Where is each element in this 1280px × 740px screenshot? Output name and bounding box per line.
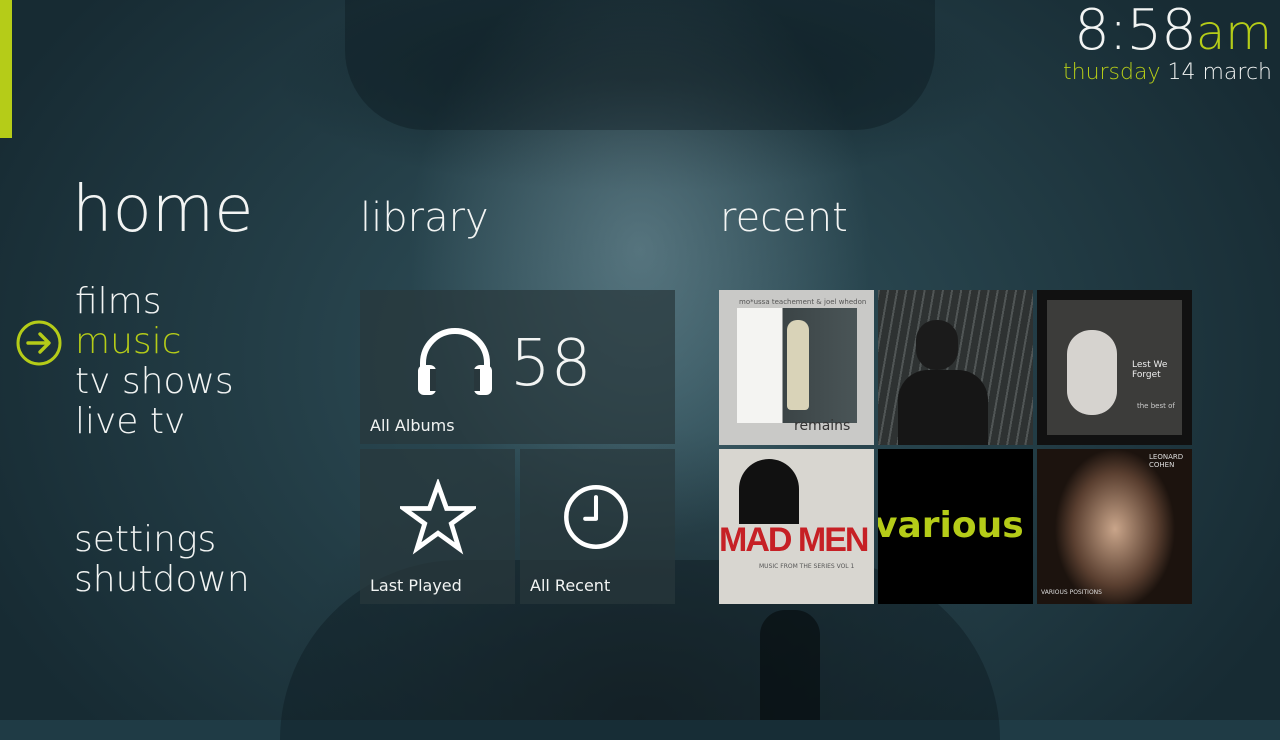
- nav-item-shutdown[interactable]: shutdown: [74, 560, 250, 600]
- cover-subtext: MUSIC FROM THE SERIES VOL 1: [759, 563, 855, 570]
- clock-time: 8:58: [1074, 0, 1197, 63]
- system-nav: settings shutdown: [74, 520, 250, 600]
- hat-silhouette: [345, 0, 935, 130]
- cover-title: Lest We Forget: [1132, 360, 1168, 380]
- clock-time-row: 8:58am: [1063, 0, 1272, 64]
- cover-title: LEONARD COHEN: [1149, 453, 1184, 469]
- clock-icon: [564, 485, 628, 549]
- clock-weekday: thursday: [1063, 60, 1161, 85]
- page-title: home: [72, 173, 254, 247]
- cover-figure: [916, 320, 958, 370]
- cover-title: remains: [794, 418, 851, 434]
- cover-figure: [787, 320, 809, 410]
- album-cover[interactable]: [878, 290, 1033, 445]
- recent-title: recent: [720, 195, 848, 241]
- accent-bar: [0, 0, 12, 138]
- all-recent-tile[interactable]: All Recent: [520, 449, 675, 604]
- all-albums-label: All Albums: [370, 416, 455, 435]
- nav-item-live-tv[interactable]: live tv: [75, 402, 234, 442]
- cover-face: [1067, 330, 1117, 415]
- cover-title: various a: [878, 505, 1033, 546]
- clock-ampm: am: [1195, 5, 1272, 61]
- nav-item-films[interactable]: films: [75, 282, 234, 322]
- cover-art: [739, 459, 799, 524]
- microphone-silhouette: [760, 610, 820, 720]
- clock: 8:58am thursday 14 march: [1063, 0, 1272, 85]
- cover-title: MAD MEN: [719, 521, 869, 559]
- album-cover[interactable]: mo*ussa teachement & joel whedon remains: [719, 290, 874, 445]
- library-title: library: [360, 195, 489, 241]
- nav-item-music[interactable]: music: [75, 322, 234, 362]
- headphones-icon: [418, 328, 492, 395]
- main-nav: films music tv shows live tv: [75, 282, 234, 442]
- albums-count: 58: [510, 327, 592, 401]
- album-cover[interactable]: MAD MEN MUSIC FROM THE SERIES VOL 1: [719, 449, 874, 604]
- all-albums-tile[interactable]: 58 All Albums: [360, 290, 675, 444]
- clock-date-row: thursday 14 march: [1063, 60, 1272, 85]
- clock-date: 14 march: [1167, 60, 1273, 85]
- cover-subtext: the best of: [1137, 402, 1175, 410]
- cover-subtext: mo*ussa teachement & joel whedon: [739, 298, 867, 306]
- nav-item-settings[interactable]: settings: [74, 520, 250, 560]
- arrow-right-circle-icon: [16, 320, 62, 366]
- last-played-label: Last Played: [370, 576, 462, 595]
- all-recent-label: All Recent: [530, 576, 611, 595]
- star-icon: [400, 479, 476, 555]
- nav-item-tv-shows[interactable]: tv shows: [75, 362, 234, 402]
- cover-figure-body: [898, 370, 988, 445]
- album-cover[interactable]: Lest We Forget the best of: [1037, 290, 1192, 445]
- cover-art: [1037, 449, 1192, 604]
- album-cover[interactable]: LEONARD COHEN VARIOUS POSITIONS: [1037, 449, 1192, 604]
- album-cover[interactable]: various a: [878, 449, 1033, 604]
- last-played-tile[interactable]: Last Played: [360, 449, 515, 604]
- cover-subtext: VARIOUS POSITIONS: [1041, 589, 1102, 596]
